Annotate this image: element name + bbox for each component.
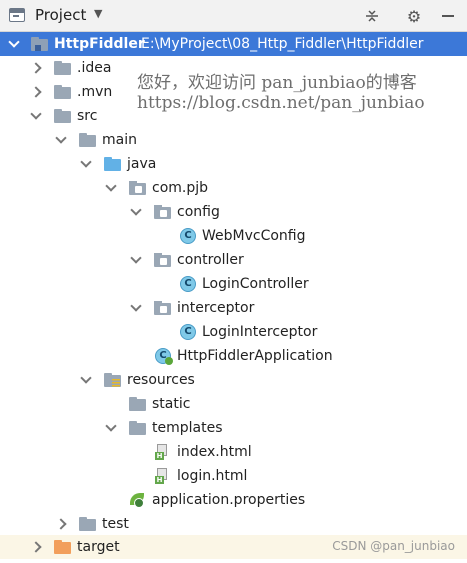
tree-row-java[interactable]: java <box>0 152 467 176</box>
folder-label: .idea <box>77 60 112 76</box>
chevron-down-icon[interactable]: ▼ <box>94 7 102 20</box>
class-label: HttpFiddlerApplication <box>177 348 333 364</box>
tree-row-static[interactable]: static <box>0 392 467 416</box>
collapse-icon[interactable] <box>360 4 384 28</box>
folder-label: target <box>77 539 120 555</box>
html-file-icon: H <box>155 468 173 484</box>
hide-icon[interactable] <box>436 4 460 28</box>
folder-label: static <box>152 396 191 412</box>
package-label: interceptor <box>177 300 255 316</box>
folder-icon <box>54 84 72 100</box>
package-label: controller <box>177 252 244 268</box>
excluded-folder-icon <box>54 539 72 555</box>
expand-arrow-icon[interactable] <box>130 296 142 320</box>
folder-icon <box>129 420 147 436</box>
collapsed-arrow-icon[interactable] <box>55 512 67 536</box>
collapsed-arrow-icon[interactable] <box>30 535 42 559</box>
html-file-icon: H <box>155 444 173 460</box>
package-icon <box>129 180 147 196</box>
folder-label: test <box>102 516 129 532</box>
folder-label: templates <box>152 420 223 436</box>
folder-label: .mvn <box>77 84 113 100</box>
tree-row-config[interactable]: config <box>0 200 467 224</box>
expand-arrow-icon[interactable] <box>105 416 117 440</box>
module-folder-icon <box>31 36 49 52</box>
class-label: WebMvcConfig <box>202 228 306 244</box>
folder-label: src <box>77 108 98 124</box>
tree-row-login-html[interactable]: H login.html <box>0 464 467 488</box>
expand-arrow-icon[interactable] <box>80 152 92 176</box>
folder-icon <box>79 516 97 532</box>
folder-label: java <box>127 156 157 172</box>
project-view-icon <box>9 8 25 22</box>
spring-boot-app-class-icon: C <box>155 348 173 365</box>
package-label: config <box>177 204 220 220</box>
expand-arrow-icon[interactable] <box>80 368 92 392</box>
tree-row-logininterceptor[interactable]: C LoginInterceptor <box>0 320 467 344</box>
expand-arrow-icon[interactable] <box>8 32 20 56</box>
project-view-title[interactable]: Project <box>35 6 86 24</box>
file-label: index.html <box>177 444 252 460</box>
folder-icon <box>79 132 97 148</box>
folder-label: main <box>102 132 137 148</box>
tree-row-root[interactable]: HttpFiddler E:\MyProject\08_Http_Fiddler… <box>0 32 467 56</box>
tree-row-interceptor[interactable]: interceptor <box>0 296 467 320</box>
collapsed-arrow-icon[interactable] <box>30 80 42 104</box>
tree-row-package[interactable]: com.pjb <box>0 176 467 200</box>
tree-row-index-html[interactable]: H index.html <box>0 440 467 464</box>
root-project-path: E:\MyProject\08_Http_Fiddler\HttpFiddler <box>141 36 424 52</box>
expand-arrow-icon[interactable] <box>105 176 117 200</box>
project-toolbar: Project ▼ ⚙ <box>0 0 467 32</box>
expand-arrow-icon[interactable] <box>30 104 42 128</box>
expand-arrow-icon[interactable] <box>130 248 142 272</box>
tree-row-templates[interactable]: templates <box>0 416 467 440</box>
tree-row-main[interactable]: main <box>0 128 467 152</box>
package-icon <box>154 204 172 220</box>
class-icon: C <box>180 324 196 340</box>
gear-icon[interactable]: ⚙ <box>402 4 426 28</box>
file-label: application.properties <box>152 492 306 508</box>
package-icon <box>154 252 172 268</box>
tree-row-application[interactable]: C HttpFiddlerApplication <box>0 344 467 368</box>
class-label: LoginController <box>202 276 309 292</box>
tree-row-controller[interactable]: controller <box>0 248 467 272</box>
tree-row-logincontroller[interactable]: C LoginController <box>0 272 467 296</box>
file-label: login.html <box>177 468 248 484</box>
package-icon <box>154 300 172 316</box>
class-label: LoginInterceptor <box>202 324 318 340</box>
tree-row-test[interactable]: test <box>0 512 467 536</box>
expand-arrow-icon[interactable] <box>130 200 142 224</box>
folder-icon <box>129 396 147 412</box>
source-folder-icon <box>104 156 122 172</box>
spring-properties-icon <box>129 492 147 508</box>
folder-icon <box>54 108 72 124</box>
root-project-label: HttpFiddler <box>54 36 145 52</box>
folder-label: resources <box>127 372 195 388</box>
folder-icon <box>54 60 72 76</box>
collapsed-arrow-icon[interactable] <box>30 56 42 80</box>
tree-row-webmvcconfig[interactable]: C WebMvcConfig <box>0 224 467 248</box>
resources-folder-icon <box>104 372 122 388</box>
tree-row-application-properties[interactable]: application.properties <box>0 488 467 512</box>
watermark-line-2: https://blog.csdn.net/pan_junbiao <box>137 93 425 113</box>
expand-arrow-icon[interactable] <box>55 128 67 152</box>
watermark-line-1: 您好，欢迎访问 pan_junbiao的博客 <box>137 73 417 93</box>
csdn-credit: CSDN @pan_junbiao <box>332 539 455 553</box>
class-icon: C <box>180 276 196 292</box>
tree-row-resources[interactable]: resources <box>0 368 467 392</box>
class-icon: C <box>180 228 196 244</box>
package-label: com.pjb <box>152 180 209 196</box>
